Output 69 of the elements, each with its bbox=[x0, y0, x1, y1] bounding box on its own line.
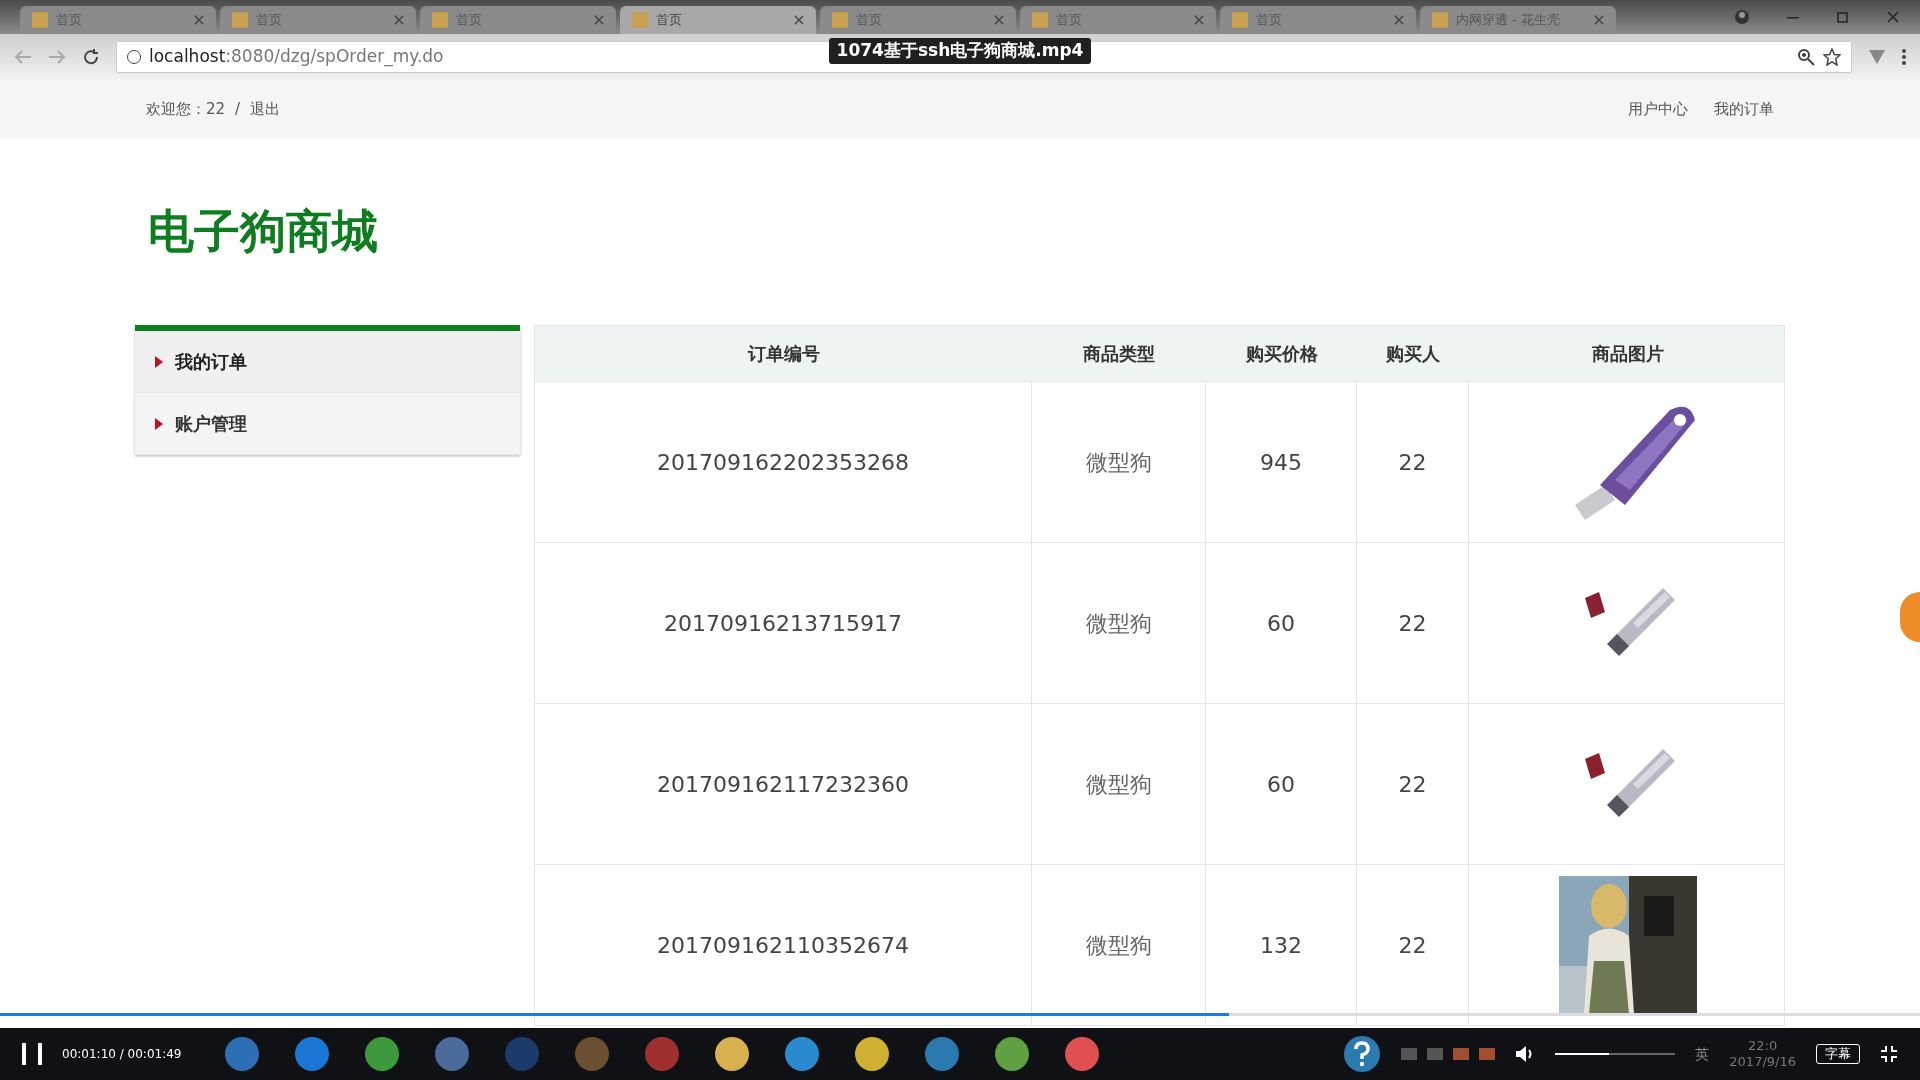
app-icon[interactable] bbox=[715, 1037, 750, 1071]
table-cell: 微型狗 bbox=[1032, 382, 1206, 542]
page-icon bbox=[632, 12, 648, 28]
pause-icon[interactable] bbox=[22, 1043, 42, 1065]
header-link[interactable]: 我的订单 bbox=[1714, 97, 1774, 121]
table-cell: 22 bbox=[1357, 543, 1469, 703]
close-icon[interactable] bbox=[594, 15, 604, 25]
app-icon[interactable] bbox=[365, 1037, 400, 1071]
close-icon[interactable] bbox=[794, 15, 804, 25]
app-icon[interactable] bbox=[1065, 1037, 1100, 1071]
page-icon bbox=[1232, 12, 1248, 28]
video-progress-track[interactable] bbox=[0, 1013, 1920, 1016]
table-cell: 22 bbox=[1357, 704, 1469, 864]
app-icon[interactable] bbox=[855, 1037, 890, 1071]
help-icon[interactable] bbox=[1343, 1035, 1382, 1073]
table-cell: 微型狗 bbox=[1032, 543, 1206, 703]
sidebar-item[interactable]: 账户管理 bbox=[135, 393, 520, 455]
video-time: 00:01:10 / 00:01:49 bbox=[62, 1046, 182, 1063]
table-cell: 22 bbox=[1357, 382, 1469, 542]
subtitle-button[interactable]: 字幕 bbox=[1816, 1044, 1860, 1064]
separator-text: / bbox=[235, 98, 241, 120]
restore-icon[interactable] bbox=[1836, 10, 1850, 24]
app-icon[interactable] bbox=[995, 1037, 1030, 1071]
table-cell: 20170916213715917 bbox=[535, 543, 1032, 703]
reload-icon[interactable] bbox=[82, 48, 100, 66]
welcome-text: 欢迎您：22 bbox=[146, 98, 226, 120]
zoom-icon[interactable] bbox=[1797, 48, 1815, 66]
column-header: 购买价格 bbox=[1244, 342, 1319, 366]
close-icon[interactable] bbox=[394, 15, 404, 25]
close-icon[interactable] bbox=[1194, 15, 1204, 25]
page-icon bbox=[1432, 12, 1448, 28]
close-icon[interactable] bbox=[1886, 10, 1900, 24]
table-cell: 60 bbox=[1206, 704, 1357, 864]
table-cell: 201709162202353268 bbox=[535, 382, 1032, 542]
table-cell: 60 bbox=[1206, 543, 1357, 703]
close-icon[interactable] bbox=[1394, 15, 1404, 25]
header-link[interactable]: 用户中心 bbox=[1628, 97, 1688, 121]
close-icon[interactable] bbox=[194, 15, 204, 25]
page-icon bbox=[1032, 12, 1048, 28]
ime-indicator[interactable]: 英 bbox=[1695, 1043, 1710, 1065]
exit-fullscreen-icon[interactable] bbox=[1880, 1045, 1898, 1063]
site-title: 电子狗商城 bbox=[148, 203, 378, 260]
account-icon[interactable] bbox=[1734, 9, 1750, 25]
clock: 22:0 2017/9/16 bbox=[1729, 1038, 1796, 1070]
menu-icon[interactable] bbox=[1902, 49, 1906, 65]
app-icon[interactable] bbox=[295, 1037, 330, 1071]
page-icon bbox=[832, 12, 848, 28]
star-icon[interactable] bbox=[1823, 48, 1841, 66]
funnel-icon[interactable] bbox=[1868, 49, 1886, 65]
table-cell: 945 bbox=[1206, 382, 1357, 542]
video-title-toast: 1074基于ssh电子狗商城.mp4 bbox=[828, 38, 1092, 64]
column-header: 购买人 bbox=[1385, 342, 1441, 366]
table-cell: 微型狗 bbox=[1032, 704, 1206, 864]
browser-tab[interactable]: 首页 bbox=[620, 6, 816, 34]
column-header: 商品类型 bbox=[1082, 342, 1156, 366]
page-icon bbox=[32, 12, 48, 28]
page-icon bbox=[232, 12, 248, 28]
app-icon[interactable] bbox=[785, 1037, 820, 1071]
close-icon[interactable] bbox=[1594, 15, 1604, 25]
triangle-icon bbox=[155, 417, 163, 430]
logout-link[interactable]: 退出 bbox=[250, 97, 281, 121]
triangle-icon bbox=[155, 355, 163, 368]
close-icon[interactable] bbox=[994, 15, 1004, 25]
column-header: 商品图片 bbox=[1590, 342, 1665, 366]
column-header: 订单编号 bbox=[746, 342, 821, 366]
page-icon bbox=[432, 12, 448, 28]
sidebar-item[interactable]: 我的订单 bbox=[135, 331, 520, 393]
table-cell: 201709162117232360 bbox=[535, 704, 1032, 864]
app-icon[interactable] bbox=[925, 1037, 960, 1071]
